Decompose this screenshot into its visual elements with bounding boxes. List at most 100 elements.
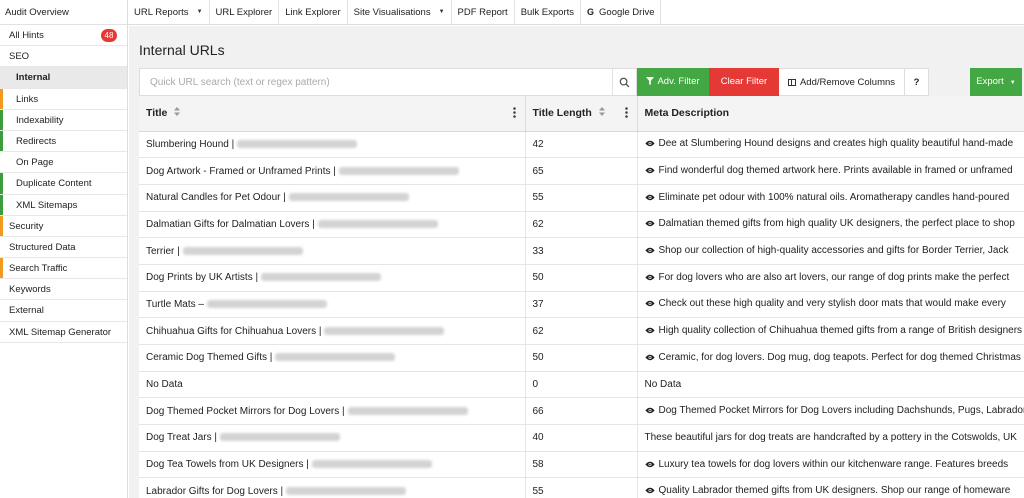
nav-pdf-report[interactable]: PDF Report bbox=[452, 0, 515, 25]
table-row[interactable]: Chihuahua Gifts for Chihuahua Lovers | 62… bbox=[139, 317, 1024, 345]
eye-icon[interactable] bbox=[644, 406, 655, 417]
nav-site-visualisations[interactable]: Site Visualisations ▼ bbox=[348, 0, 452, 25]
title-length-cell: 50 bbox=[525, 344, 638, 372]
meta-description-cell: Dog Themed Pocket Mirrors for Dog Lovers… bbox=[637, 397, 1024, 426]
column-header-meta-description[interactable]: Meta Description bbox=[637, 96, 1024, 132]
sidebar-item-redirects[interactable]: Redirects bbox=[0, 131, 127, 153]
table-row[interactable]: Dog Artwork - Framed or Unframed Prints … bbox=[139, 157, 1024, 185]
meta-description-text: Check out these high quality and very st… bbox=[658, 298, 1006, 310]
sidebar-item-external[interactable]: External bbox=[0, 300, 127, 322]
title-text: Labrador Gifts for Dog Lovers | bbox=[146, 485, 284, 497]
sidebar-item-indexability[interactable]: Indexability bbox=[0, 110, 127, 131]
eye-icon[interactable] bbox=[644, 326, 655, 337]
title-length-cell: 62 bbox=[525, 317, 638, 345]
meta-description-cell: Shop our collection of high-quality acce… bbox=[637, 237, 1024, 265]
search-box bbox=[139, 68, 637, 96]
nav-bulk-exports[interactable]: Bulk Exports bbox=[515, 0, 582, 25]
eye-icon[interactable] bbox=[644, 193, 655, 204]
sidebar-item-label: Audit Overview bbox=[5, 7, 69, 18]
export-button[interactable]: Export ▼ bbox=[970, 68, 1022, 96]
eye-icon[interactable] bbox=[644, 353, 655, 364]
table-row[interactable]: No Data 0 No Data bbox=[139, 371, 1024, 399]
meta-description-text: These beautiful jars for dog treats are … bbox=[644, 432, 1017, 444]
meta-description-text: Ceramic, for dog lovers. Dog mug, dog te… bbox=[658, 351, 1021, 363]
table-row[interactable]: Turtle Mats – 37 Check out these high qual… bbox=[139, 291, 1024, 319]
title-length-cell: 37 bbox=[525, 291, 638, 319]
meta-description-cell: Check out these high quality and very st… bbox=[637, 291, 1024, 319]
sidebar-item-audit-overview[interactable]: Audit Overview bbox=[0, 0, 127, 25]
sidebar-item-label: All Hints bbox=[9, 30, 44, 41]
eye-icon[interactable] bbox=[644, 166, 655, 177]
title-cell: Slumbering Hound | bbox=[139, 131, 526, 159]
eye-icon[interactable] bbox=[644, 460, 655, 471]
title-text: Dalmatian Gifts for Dalmatian Lovers | bbox=[146, 218, 315, 230]
sidebar-item-all-hints[interactable]: All Hints 48 bbox=[0, 25, 127, 47]
eye-icon[interactable] bbox=[644, 219, 655, 230]
table-row[interactable]: Dog Treat Jars | 40 These beautiful jars f… bbox=[139, 424, 1024, 452]
sidebar-item-on-page[interactable]: On Page bbox=[0, 152, 127, 174]
title-length-cell: 50 bbox=[525, 264, 638, 292]
sidebar-item-seo[interactable]: SEO bbox=[0, 46, 127, 68]
table-row[interactable]: Ceramic Dog Themed Gifts | 50 Ceramic, for… bbox=[139, 344, 1024, 372]
search-icon[interactable] bbox=[612, 69, 636, 95]
meta-description-cell: These beautiful jars for dog treats are … bbox=[637, 424, 1024, 452]
eye-icon[interactable] bbox=[644, 486, 655, 497]
table-row[interactable]: Dog Prints by UK Artists | 50 For dog love… bbox=[139, 264, 1024, 292]
redacted-site-name bbox=[347, 406, 468, 415]
sidebar-item-duplicate-content[interactable]: Duplicate Content bbox=[0, 173, 127, 195]
meta-description-text: Find wonderful dog themed artwork here. … bbox=[658, 165, 1013, 177]
title-text: No Data bbox=[146, 379, 183, 391]
table-row[interactable]: Labrador Gifts for Dog Lovers | 55 Quality… bbox=[139, 477, 1024, 498]
sidebar-item-xml-sitemaps[interactable]: XML Sitemaps bbox=[0, 195, 127, 216]
sidebar-item-label: External bbox=[9, 305, 44, 317]
eye-icon[interactable] bbox=[644, 273, 655, 284]
meta-description-cell: Dalmatian themed gifts from high quality… bbox=[637, 211, 1024, 239]
eye-icon[interactable] bbox=[644, 246, 655, 257]
adv-filter-button[interactable]: Adv. Filter bbox=[637, 68, 709, 96]
table-row[interactable]: Dog Tea Towels from UK Designers | 58 Luxu… bbox=[139, 451, 1024, 479]
table-row[interactable]: Dalmatian Gifts for Dalmatian Lovers | 62… bbox=[139, 211, 1024, 239]
help-button[interactable]: ? bbox=[904, 68, 929, 96]
column-header-title-length[interactable]: Title Length bbox=[525, 96, 638, 132]
add-remove-columns-button[interactable]: Add/Remove Columns bbox=[779, 68, 904, 96]
sidebar-item-keywords[interactable]: Keywords bbox=[0, 279, 127, 301]
nav-url-explorer[interactable]: URL Explorer bbox=[210, 0, 280, 25]
redacted-site-name bbox=[275, 353, 396, 362]
meta-description-text: Luxury tea towels for dog lovers within … bbox=[658, 458, 1009, 470]
nav-google-drive[interactable]: G Google Drive bbox=[581, 0, 662, 25]
table-row[interactable]: Terrier | 33 Shop our collection of high-q… bbox=[139, 237, 1024, 265]
redacted-site-name bbox=[182, 246, 303, 255]
title-cell: Dog Treat Jars | bbox=[139, 424, 526, 452]
sidebar-item-label: Structured Data bbox=[9, 241, 76, 253]
sidebar-item-search-traffic[interactable]: Search Traffic bbox=[0, 258, 127, 280]
kebab-menu-icon[interactable] bbox=[624, 107, 628, 121]
sort-icon[interactable] bbox=[598, 107, 605, 119]
eye-icon[interactable] bbox=[644, 139, 655, 150]
column-header-title[interactable]: Title bbox=[139, 96, 526, 132]
add-remove-columns-label: Add/Remove Columns bbox=[799, 77, 896, 88]
kebab-menu-icon[interactable] bbox=[512, 107, 516, 121]
table-row[interactable]: Natural Candles for Pet Odour | 55 Elimina… bbox=[139, 184, 1024, 212]
title-text: Ceramic Dog Themed Gifts | bbox=[146, 352, 273, 364]
sidebar-item-structured-data[interactable]: Structured Data bbox=[0, 237, 127, 259]
sidebar-item-internal[interactable]: Internal bbox=[0, 67, 127, 89]
sidebar-item-label: Indexability bbox=[16, 114, 64, 126]
title-cell: Dog Themed Pocket Mirrors for Dog Lovers… bbox=[139, 397, 526, 426]
nav-url-reports[interactable]: URL Reports ▼ bbox=[128, 0, 210, 25]
eye-icon[interactable] bbox=[644, 299, 655, 310]
redacted-site-name bbox=[288, 193, 409, 202]
filter-icon bbox=[646, 77, 655, 85]
clear-filter-button[interactable]: Clear Filter bbox=[709, 68, 779, 96]
search-input[interactable] bbox=[140, 69, 636, 95]
sidebar-item-links[interactable]: Links bbox=[0, 89, 127, 110]
sort-icon[interactable] bbox=[174, 107, 181, 119]
sidebar-item-label: Security bbox=[9, 220, 44, 232]
nav-link-explorer[interactable]: Link Explorer bbox=[279, 0, 348, 25]
columns-icon bbox=[787, 79, 796, 86]
sidebar-item-security[interactable]: Security bbox=[0, 216, 127, 237]
url-table-container[interactable]: Title Title Length Meta Description Slum… bbox=[139, 96, 1024, 498]
table-row[interactable]: Dog Themed Pocket Mirrors for Dog Lovers… bbox=[139, 397, 1024, 426]
sidebar-item-label: SEO bbox=[9, 51, 30, 63]
table-row[interactable]: Slumbering Hound | 42 Dee at Slumbering Ho… bbox=[139, 131, 1024, 159]
sidebar-item-xml-sitemap-generator[interactable]: XML Sitemap Generator bbox=[0, 322, 127, 343]
